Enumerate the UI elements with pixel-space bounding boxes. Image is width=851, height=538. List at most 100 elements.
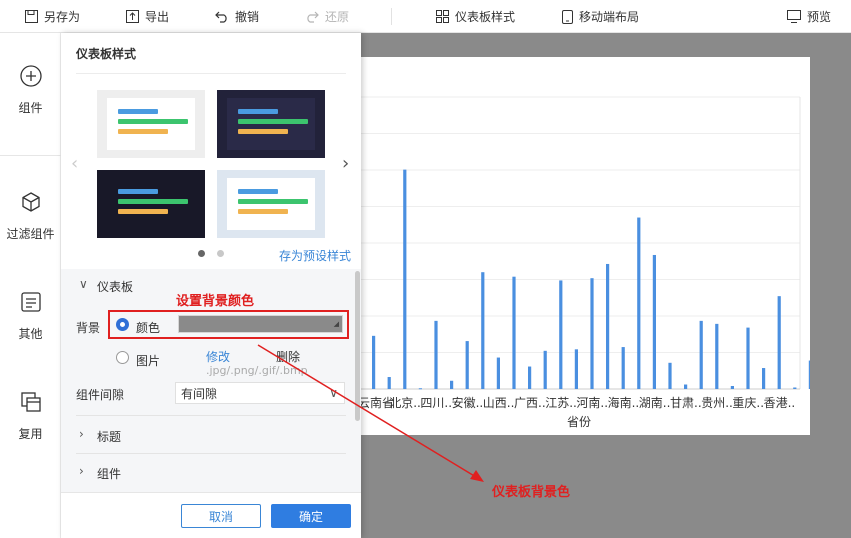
top-toolbar: 另存为 导出 撤销 还原 仪表板样式 移动端布局 预览	[0, 0, 851, 33]
bar	[418, 388, 422, 390]
redo-label: 还原	[325, 10, 350, 24]
theme-preview-bar	[118, 129, 168, 134]
spacing-select[interactable]: 有间隙 ∨	[175, 382, 345, 404]
export-icon	[126, 10, 139, 23]
bar	[621, 347, 625, 389]
theme-preview-bar	[238, 199, 308, 204]
theme-preview-bar	[238, 119, 308, 124]
theme-preview-bar	[238, 209, 288, 214]
spacing-label: 组件间隙	[76, 388, 125, 402]
x-tick-label: 河南..	[576, 395, 608, 410]
bar	[746, 327, 750, 389]
carousel-dot[interactable]	[217, 250, 224, 257]
sidebar-item-other[interactable]: 其他	[0, 291, 61, 342]
bar	[762, 368, 766, 389]
x-tick-label: 海南..	[608, 395, 640, 410]
dashboard-style-panel: 仪表板样式 ‹ › 存为预设样式 ∨ 仪表板 背景 颜色 ◢ 图片 修改 删除 …	[61, 33, 361, 538]
x-tick-label: 北京..	[389, 396, 421, 410]
bar	[699, 320, 703, 389]
carousel-dot-active[interactable]	[198, 250, 205, 257]
theme-preview-card	[107, 178, 195, 230]
image-radio[interactable]	[116, 351, 129, 364]
export-button[interactable]: 导出	[126, 0, 169, 33]
mobile-layout-button[interactable]: 移动端布局	[562, 0, 639, 33]
copy-icon	[20, 392, 41, 412]
bar	[684, 384, 688, 389]
section-component-header[interactable]: 组件	[97, 465, 121, 482]
sidebar-item-label: 复用	[18, 427, 43, 441]
sidebar-item-label: 其他	[18, 327, 43, 341]
delete-image-link[interactable]: 删除	[276, 348, 300, 365]
bar	[652, 254, 656, 389]
sidebar-item-filters[interactable]: 过滤组件	[0, 191, 61, 242]
cancel-button[interactable]: 取消	[181, 504, 261, 528]
x-tick-label: 贵州..	[701, 396, 733, 410]
theme-preview-bar	[238, 189, 278, 194]
x-tick-label: 湖南..	[639, 395, 671, 410]
undo-button[interactable]: 撤销	[215, 0, 259, 33]
section-title-header[interactable]: 标题	[97, 428, 121, 445]
sidebar-item-label: 过滤组件	[6, 227, 55, 241]
save-preset-link[interactable]: 存为预设样式	[279, 247, 351, 264]
bar	[574, 349, 578, 389]
annotation-dashboard-bg-color: 仪表板背景色	[492, 485, 571, 500]
bar	[777, 296, 781, 389]
dashboard-style-button[interactable]: 仪表板样式	[436, 0, 515, 33]
x-tick-label: 安徽..	[452, 395, 484, 410]
bar	[668, 362, 672, 389]
spacing-select-value: 有间隙	[181, 386, 218, 401]
x-tick-label: 重庆..	[732, 396, 764, 410]
theme-thumbnail-dark-black[interactable]	[97, 170, 205, 238]
chart-widget[interactable]: 云南省 北京.. 四川.. 安徽.. 山西.. 广西.. 江苏.. 河南.. 海南.. 湖南.. 甘…	[358, 57, 812, 435]
panel-scrollbar[interactable]	[355, 271, 360, 421]
dashboard-style-label: 仪表板样式	[455, 10, 516, 24]
expand-chevron-icon[interactable]: ›	[79, 427, 84, 441]
redo-icon	[307, 11, 319, 23]
left-sidebar: 组件 过滤组件 其他 复用	[0, 33, 61, 538]
annotation-highlight-box	[108, 310, 349, 339]
prev-arrow-icon[interactable]: ‹	[71, 153, 78, 174]
preview-button[interactable]: 预览	[787, 0, 831, 33]
sidebar-item-reuse[interactable]: 复用	[0, 391, 61, 442]
theme-preview-bar	[238, 109, 278, 114]
theme-preview-bar	[118, 119, 188, 124]
bar	[372, 335, 376, 389]
modify-image-link[interactable]: 修改	[206, 348, 230, 365]
section-divider	[76, 453, 346, 454]
bar	[543, 350, 547, 389]
save-as-button[interactable]: 另存为	[25, 0, 80, 33]
preview-label: 预览	[807, 10, 832, 24]
bar	[403, 169, 407, 389]
theme-thumbnail-light-blue[interactable]	[217, 170, 325, 238]
document-icon	[20, 292, 41, 312]
bar	[808, 360, 812, 389]
bar	[450, 380, 454, 389]
theme-preview-bar	[118, 199, 188, 204]
theme-thumbnail-dark-navy[interactable]	[217, 90, 325, 158]
theme-preview-card	[227, 178, 315, 230]
theme-preview-bar	[118, 209, 168, 214]
section-dashboard-header[interactable]: 仪表板	[97, 278, 133, 295]
save-icon	[25, 10, 38, 23]
bar	[715, 323, 719, 389]
expand-chevron-icon[interactable]: ›	[79, 464, 84, 478]
collapse-chevron-icon[interactable]: ∨	[79, 277, 88, 291]
bar	[590, 278, 594, 389]
bar	[559, 280, 563, 389]
plus-circle-icon	[19, 65, 42, 87]
bar	[496, 357, 500, 389]
x-tick-label: 四川..	[420, 396, 452, 410]
redo-button[interactable]: 还原	[305, 0, 349, 33]
bar	[465, 341, 469, 389]
confirm-button[interactable]: 确定	[271, 504, 351, 528]
theme-preview-bar	[118, 189, 158, 194]
bar-chart: 云南省北京.. 四川.. 安徽.. 山西.. 广西.. 江苏.. 河南.. 海南.. 湖南.. 甘…	[358, 96, 812, 429]
panel-title: 仪表板样式	[76, 47, 137, 61]
theme-thumbnail-light-gray[interactable]	[97, 90, 205, 158]
toolbar-divider	[391, 8, 392, 25]
export-label: 导出	[145, 10, 170, 24]
image-format-hint: .jpg/.png/.gif/.bmp	[206, 364, 308, 377]
next-arrow-icon[interactable]: ›	[342, 153, 349, 174]
x-axis-title: 省份	[567, 415, 591, 429]
sidebar-item-components[interactable]: 组件	[0, 65, 61, 116]
